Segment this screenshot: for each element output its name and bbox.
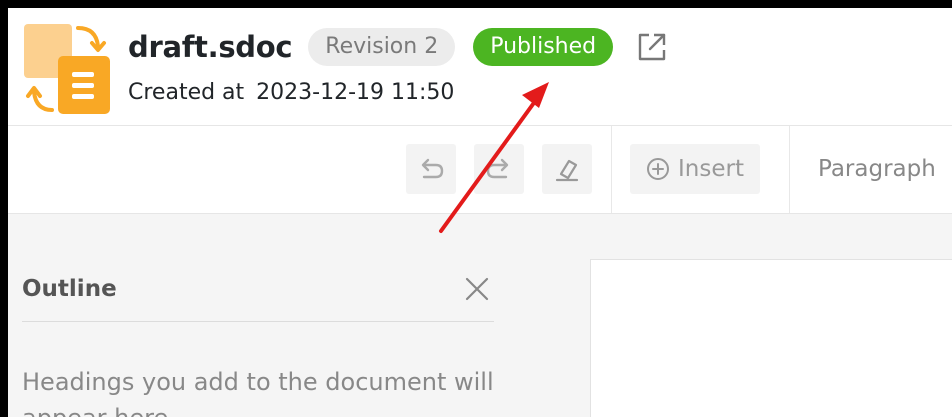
toolbar-separator xyxy=(789,126,790,213)
external-link-icon[interactable] xyxy=(635,30,669,64)
plus-circle-icon xyxy=(647,158,669,180)
created-info: Created at 2023-12-19 11:50 xyxy=(128,80,454,105)
undo-icon xyxy=(421,158,444,179)
outline-title: Outline xyxy=(22,276,117,302)
outline-divider xyxy=(22,321,494,322)
document-page[interactable] xyxy=(590,259,952,417)
published-status-badge: Published xyxy=(473,28,614,66)
insert-button[interactable]: Insert xyxy=(630,144,760,194)
clear-format-button[interactable] xyxy=(542,144,592,194)
created-date: 2023-12-19 11:50 xyxy=(256,80,455,105)
editor-toolbar: Insert Paragraph xyxy=(8,126,952,214)
document-header: draft.sdoc Revision 2 Published Created … xyxy=(8,8,952,126)
insert-label: Insert xyxy=(678,156,744,182)
document-name: draft.sdoc xyxy=(128,30,293,64)
title-row: draft.sdoc Revision 2 Published xyxy=(128,26,669,68)
revision-badge: Revision 2 xyxy=(308,28,456,66)
paragraph-style-select[interactable]: Paragraph xyxy=(818,156,936,182)
undo-button[interactable] xyxy=(406,144,456,194)
sdoc-editor-window: draft.sdoc Revision 2 Published Created … xyxy=(8,8,952,417)
redo-button[interactable] xyxy=(474,144,524,194)
created-label: Created at xyxy=(128,80,245,105)
outline-empty-hint: Headings you add to the document will ap… xyxy=(22,368,494,417)
close-icon[interactable] xyxy=(462,274,492,304)
redo-icon xyxy=(486,158,509,179)
eraser-icon xyxy=(555,159,579,182)
toolbar-separator xyxy=(611,126,612,213)
sdoc-revision-icon xyxy=(24,24,110,114)
